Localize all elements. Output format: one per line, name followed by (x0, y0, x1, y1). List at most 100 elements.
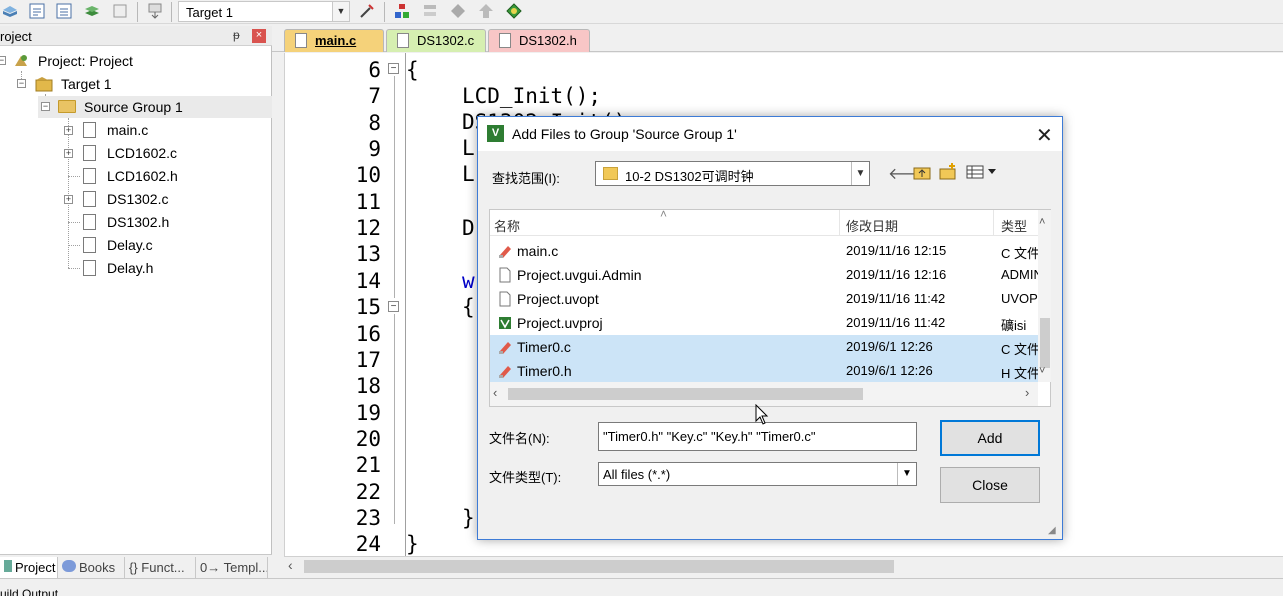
chevron-down-icon[interactable]: ▼ (851, 162, 869, 185)
pin-icon[interactable]: ᵽ (233, 28, 240, 42)
tree-item-source-group[interactable]: − Source Group 1 (38, 96, 272, 118)
chevron-left-icon[interactable]: ‹ (493, 385, 497, 400)
line-number: 20 (355, 426, 381, 451)
close-icon[interactable]: ✕ (1036, 123, 1053, 148)
chevron-down-icon[interactable]: ▼ (897, 463, 916, 485)
expand-icon[interactable]: + (64, 126, 73, 135)
project-panel-title: roject (0, 29, 32, 44)
file-date: 2019/11/16 11:42 (846, 291, 946, 306)
file-row[interactable]: Project.uvproj 2019/11/16 11:42 礦isi (490, 311, 1038, 335)
batch-build-icon[interactable] (83, 2, 101, 20)
code-line: w (462, 269, 475, 293)
resize-grip-icon[interactable]: ◢ (1048, 525, 1056, 536)
download-icon[interactable] (146, 2, 164, 20)
file-name: Project.uvgui.Admin (517, 267, 642, 283)
chevron-left-icon[interactable]: ‹ (288, 557, 293, 573)
new-folder-icon[interactable] (938, 162, 958, 181)
file-row[interactable]: Project.uvgui.Admin 2019/11/16 12:16 ADM… (490, 263, 1038, 287)
tab-project[interactable]: Project (0, 557, 58, 579)
code-line: { (406, 58, 419, 82)
select-packs-icon[interactable] (449, 2, 467, 20)
chevron-down-icon[interactable]: ˅ (1039, 365, 1045, 377)
column-name[interactable]: 名称 (494, 216, 520, 235)
tab-functions[interactable]: {} Funct... (125, 557, 196, 579)
rebuild-icon[interactable] (55, 2, 73, 20)
file-row[interactable]: Project.uvopt 2019/11/16 11:42 UVOPT (490, 287, 1038, 311)
tab-ds1302-h[interactable]: DS1302.h (488, 29, 590, 52)
line-number: 22 (355, 479, 381, 504)
lookin-dropdown[interactable]: 10-2 DS1302可调时钟 ▼ (595, 161, 870, 186)
filename-input[interactable]: "Timer0.h" "Key.c" "Key.h" "Timer0.c" (598, 422, 917, 451)
up-folder-icon[interactable] (912, 163, 932, 181)
file-row[interactable]: main.c 2019/11/16 12:15 C 文件 (490, 239, 1038, 263)
tab-ds1302-c[interactable]: DS1302.c (386, 29, 486, 52)
fold-line (394, 314, 395, 524)
editor-horizontal-scrollbar[interactable]: ‹ (284, 556, 1283, 575)
tree-item-target[interactable]: − Target 1 (0, 73, 272, 95)
stop-build-icon[interactable] (111, 2, 129, 20)
file-icon (83, 168, 96, 184)
dialog-titlebar[interactable]: V Add Files to Group 'Source Group 1' ✕ (478, 117, 1062, 151)
scrollbar-thumb[interactable] (304, 560, 894, 573)
tree-item-file[interactable]: + main.c (60, 119, 272, 141)
fold-icon[interactable]: − (388, 63, 399, 74)
mouse-pointer-icon (755, 404, 769, 425)
view-menu-icon[interactable] (966, 164, 998, 180)
target-options-icon[interactable] (358, 2, 376, 20)
file-date: 2019/6/1 12:26 (846, 363, 933, 378)
tree-item-file[interactable]: DS1302.h (60, 211, 272, 233)
code-line: L (462, 162, 475, 186)
pack-installer-icon[interactable] (477, 2, 495, 20)
tree-item-label: Delay.h (107, 260, 154, 276)
column-separator[interactable] (839, 210, 840, 236)
column-date[interactable]: 修改日期 (846, 216, 898, 235)
expand-icon[interactable]: + (64, 149, 73, 158)
file-list-horizontal-scrollbar[interactable]: ‹ › (490, 382, 1038, 406)
multi-project-icon[interactable] (421, 2, 439, 20)
line-number: 18 (355, 374, 381, 399)
column-type[interactable]: 类型 (1001, 216, 1027, 235)
add-button[interactable]: Add (940, 420, 1040, 456)
file-row-selected[interactable]: Timer0.h 2019/6/1 12:26 H 文件 (490, 359, 1038, 383)
tree-item-label: Delay.c (107, 237, 153, 253)
collapse-icon[interactable]: − (41, 102, 50, 111)
line-number: 21 (355, 453, 381, 478)
lookin-value: 10-2 DS1302可调时钟 (625, 169, 754, 184)
expand-icon[interactable]: + (64, 195, 73, 204)
tab-books[interactable]: Books (58, 557, 125, 579)
file-list-vertical-scrollbar[interactable]: ˄ ˅ (1038, 210, 1051, 382)
tree-item-file[interactable]: + LCD1602.c (60, 142, 272, 164)
fold-icon[interactable]: − (388, 301, 399, 312)
tab-templates[interactable]: 0→ Templ... (196, 557, 268, 579)
close-icon[interactable]: × (252, 29, 266, 43)
scrollbar-thumb[interactable] (508, 388, 863, 400)
translate-icon[interactable] (1, 2, 19, 20)
tree-item-file[interactable]: LCD1602.h (60, 165, 272, 187)
file-list[interactable]: 名称 ˄ 修改日期 类型 main.c 2019/11/16 12:15 C 文… (489, 207, 1051, 407)
collapse-icon[interactable]: − (17, 79, 26, 88)
manage-project-icon[interactable] (393, 2, 411, 20)
close-button[interactable]: Close (940, 467, 1040, 503)
target-select-value: Target 1 (186, 5, 233, 20)
tree-item-file[interactable]: Delay.h (60, 257, 272, 279)
collapse-icon[interactable]: − (0, 56, 6, 65)
tree-item-file[interactable]: Delay.c (60, 234, 272, 256)
run-time-env-icon[interactable] (505, 2, 523, 20)
target-select[interactable]: Target 1 ▼ (178, 1, 350, 22)
code-line: } (406, 532, 419, 556)
column-separator[interactable] (993, 210, 994, 236)
tab-main-c[interactable]: main.c (284, 29, 384, 52)
file-row-selected[interactable]: Timer0.c 2019/6/1 12:26 C 文件 (490, 335, 1038, 359)
filetype-select[interactable]: All files (*.*) ▼ (598, 462, 917, 486)
scrollbar-thumb[interactable] (1040, 318, 1050, 368)
line-number: 14 (355, 268, 381, 293)
build-icon[interactable] (28, 2, 46, 20)
chevron-up-icon[interactable]: ˄ (1039, 216, 1045, 228)
line-number: 19 (355, 400, 381, 425)
chevron-right-icon[interactable]: › (1025, 385, 1029, 400)
tree-item-file[interactable]: + DS1302.c (60, 188, 272, 210)
chevron-down-icon[interactable]: ▼ (332, 2, 349, 21)
code-line: LCD_Init(); (462, 84, 602, 108)
target-icon (35, 77, 53, 92)
tree-item-project[interactable]: − Project: Project (0, 50, 272, 72)
